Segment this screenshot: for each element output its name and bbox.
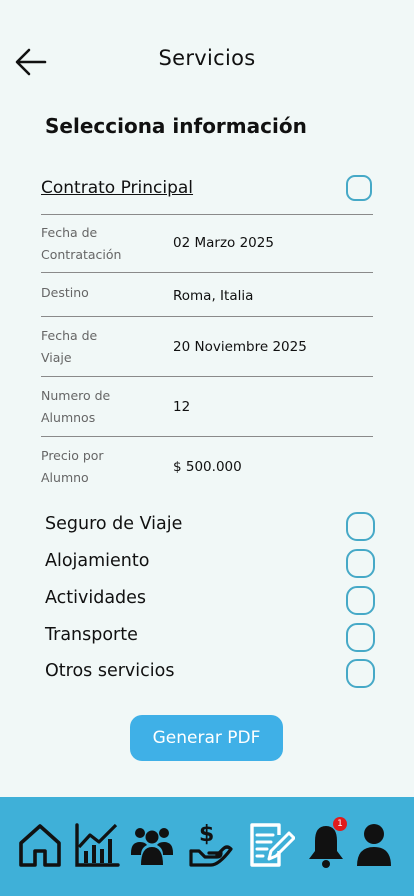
nav-contracts[interactable]: [249, 821, 295, 871]
detail-label-line: Fecha de: [41, 328, 98, 343]
service-otros: Otros servicios: [45, 659, 375, 689]
document-edit-icon: [250, 823, 295, 867]
service-checkbox[interactable]: [346, 586, 375, 615]
service-label: Alojamiento: [45, 551, 150, 571]
nav-stats[interactable]: [74, 821, 120, 871]
detail-label: Numero de Alumnos: [41, 385, 110, 429]
detail-label-line: Precio por: [41, 448, 104, 463]
detail-row-fecha-contratacion: Fecha de Contratación 02 Marzo 2025: [41, 216, 373, 273]
detail-value: 02 Marzo 2025: [173, 235, 274, 251]
detail-label-line: Destino: [41, 285, 89, 300]
page-title: Servicios: [158, 46, 256, 70]
service-checkbox[interactable]: [346, 512, 375, 541]
detail-row-fecha-viaje: Fecha de Viaje 20 Noviembre 2025: [41, 318, 373, 377]
home-icon: [19, 824, 61, 867]
detail-label-line: Contratación: [41, 247, 122, 262]
detail-label: Fecha de Viaje: [41, 325, 97, 369]
detail-label: Fecha de Contratación: [41, 222, 121, 266]
user-icon: [357, 824, 391, 866]
chart-icon: [75, 823, 120, 867]
service-label: Seguro de Viaje: [45, 514, 183, 534]
service-seguro-viaje: Seguro de Viaje: [45, 512, 375, 542]
section-title: Selecciona información: [45, 114, 307, 138]
generate-pdf-button[interactable]: Generar PDF: [130, 715, 283, 761]
service-transporte: Transporte: [45, 623, 375, 653]
nav-payments[interactable]: $: [187, 821, 235, 871]
detail-label-line: Alumnos: [41, 410, 96, 425]
nav-profile[interactable]: [355, 821, 393, 871]
notification-badge: 1: [333, 817, 347, 831]
detail-label: Precio por Alumno: [41, 445, 104, 489]
service-actividades: Actividades: [45, 586, 375, 616]
bottom-nav: $ 1: [0, 797, 414, 896]
detail-row-destino: Destino Roma, Italia: [41, 274, 373, 317]
detail-value: Roma, Italia: [173, 288, 254, 304]
detail-row-precio-alumno: Precio por Alumno $ 500.000: [41, 438, 373, 494]
detail-label-line: Numero de: [41, 388, 111, 403]
svg-text:$: $: [199, 822, 214, 847]
detail-label-line: Viaje: [41, 350, 72, 365]
service-checkbox[interactable]: [346, 549, 375, 578]
contract-label[interactable]: Contrato Principal: [41, 178, 193, 198]
service-checkbox[interactable]: [346, 623, 375, 652]
detail-value: 12: [173, 399, 191, 415]
service-label: Transporte: [45, 625, 138, 645]
service-label: Actividades: [45, 588, 147, 608]
nav-students[interactable]: [129, 821, 175, 871]
detail-value: $ 500.000: [173, 459, 242, 475]
detail-value: 20 Noviembre 2025: [173, 339, 307, 355]
contract-row: Contrato Principal: [41, 172, 373, 215]
header: Servicios: [0, 0, 414, 120]
detail-row-numero-alumnos: Numero de Alumnos 12: [41, 378, 373, 437]
group-icon: [131, 828, 173, 865]
payment-icon: $: [189, 822, 233, 867]
detail-label: Destino: [41, 282, 89, 304]
detail-label-line: Fecha de: [41, 225, 98, 240]
detail-label-line: Alumno: [41, 470, 89, 485]
service-checkbox[interactable]: [346, 659, 375, 688]
contract-checkbox[interactable]: [346, 175, 372, 201]
nav-home[interactable]: [17, 821, 63, 871]
service-label: Otros servicios: [45, 661, 175, 681]
nav-notifications[interactable]: 1: [307, 817, 347, 871]
service-alojamiento: Alojamiento: [45, 549, 375, 579]
